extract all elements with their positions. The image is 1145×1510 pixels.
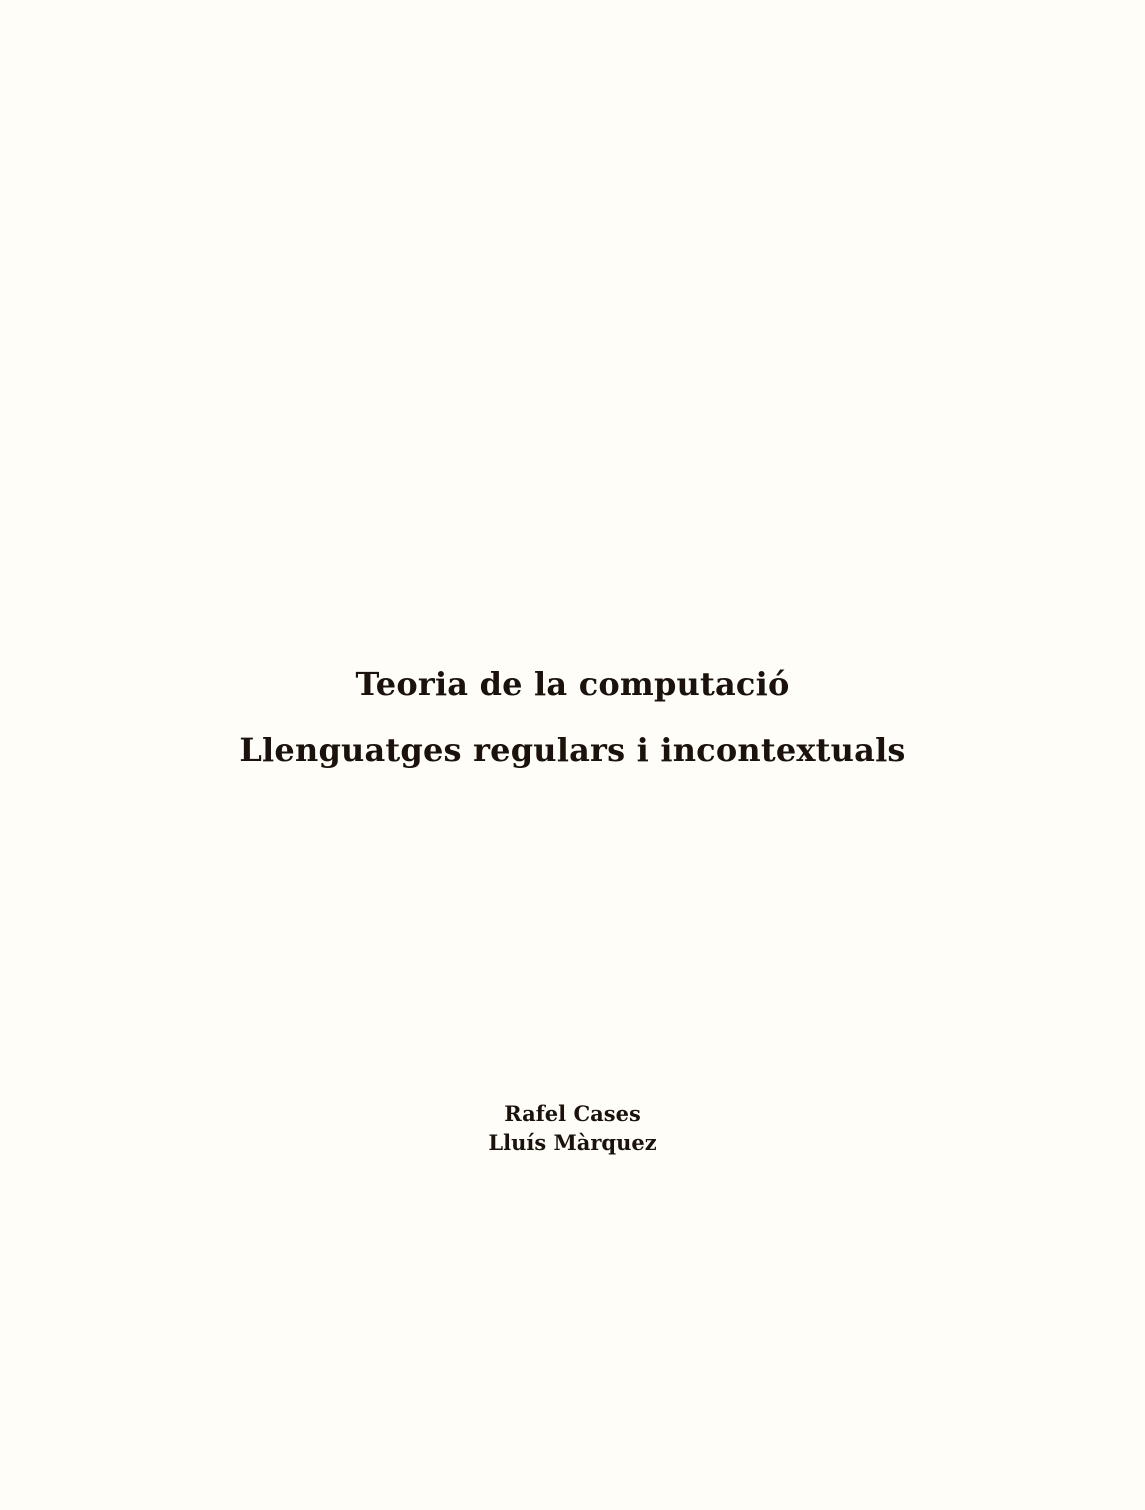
author-name: Lluís Màrquez (488, 1130, 657, 1155)
author-name: Rafel Cases (504, 1101, 641, 1126)
book-title: Teoria de la computació (355, 665, 790, 703)
title-page: Teoria de la computació Llenguatges regu… (0, 0, 1145, 1510)
authors-block: Rafel Cases Lluís Màrquez (0, 1099, 1145, 1157)
book-subtitle: Llenguatges regulars i incontextuals (239, 731, 906, 769)
title-block: Teoria de la computació Llenguatges regu… (0, 664, 1145, 770)
